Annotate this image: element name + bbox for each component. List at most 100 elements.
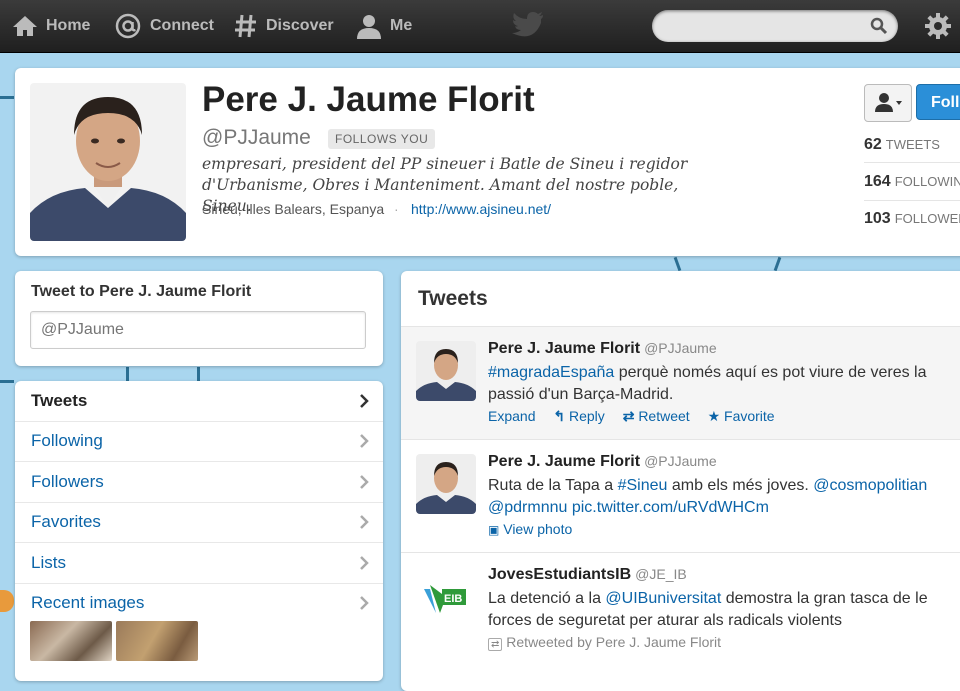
stat-count: 62 <box>864 136 882 153</box>
tweet-avatar[interactable]: EIB <box>416 567 476 627</box>
retweeted-by-label: Retweeted by Pere J. Jaume Florit <box>506 634 722 650</box>
mention-link[interactable]: @cosmopolitian <box>813 477 927 494</box>
author-name: Pere J. Jaume Florit <box>488 453 641 470</box>
user-dropdown-icon <box>875 93 902 112</box>
recent-image-thumbnail[interactable] <box>30 621 112 661</box>
photo-icon: ▣ <box>488 523 500 537</box>
nav-connect[interactable]: Connect <box>114 0 214 52</box>
timeline-header: Tweets <box>401 271 960 327</box>
tweet-avatar[interactable] <box>416 454 476 514</box>
author-name: Pere J. Jaume Florit <box>488 340 641 357</box>
sidebar-item-label: Following <box>31 431 103 450</box>
retweet-button[interactable]: ⇄ Retweet <box>623 408 690 424</box>
bio-line: empresari, president del PP sineuer i Ba… <box>202 155 688 173</box>
retweet-icon: ⇄ <box>622 408 635 424</box>
sidebar-item-tweets[interactable]: Tweets <box>15 381 383 422</box>
sidebar-item-following[interactable]: Following <box>15 421 383 462</box>
stat-divider <box>864 200 960 201</box>
stat-label: FOLLOWING <box>894 174 960 189</box>
tweet-text-segment: forces de seguretat per aturar als radic… <box>488 612 842 629</box>
profile-avatar[interactable] <box>30 83 186 241</box>
tweet-text-segment: amb els més joves. <box>667 477 814 494</box>
tweet-author[interactable]: Pere J. Jaume Florit @PJJaume <box>488 453 717 471</box>
sidebar-item-followers[interactable]: Followers <box>15 462 383 503</box>
tweet-text-segment: Ruta de la Tapa a <box>488 477 618 494</box>
background-decoration <box>126 367 129 381</box>
retweet-label: Retweet <box>638 408 690 424</box>
nav-me-label: Me <box>390 17 413 34</box>
chevron-right-icon <box>360 394 369 408</box>
tweet-item[interactable]: EIB JovesEstudiantsIB @JE_IB La detenció … <box>401 553 960 691</box>
user-icon <box>357 15 381 39</box>
chevron-right-icon <box>360 475 369 489</box>
sidebar-item-lists[interactable]: Lists <box>15 543 383 584</box>
mention-link[interactable]: @UIBuniversitat <box>605 590 721 607</box>
favorite-button[interactable]: ★ Favorite <box>708 408 775 424</box>
sidebar-item-label: Lists <box>31 553 66 572</box>
sidebar-item-recent-images[interactable]: Recent images <box>15 583 383 623</box>
stat-count: 103 <box>864 210 891 227</box>
author-handle: @JE_IB <box>635 566 687 582</box>
tweet-avatar[interactable] <box>416 341 476 401</box>
background-decoration <box>673 256 682 272</box>
hashtag-link[interactable]: #magradaEspaña <box>488 364 614 381</box>
retweeted-by[interactable]: ⇄ Retweeted by Pere J. Jaume Florit <box>488 634 722 651</box>
location-text: Sineu, Illes Balears, Espanya <box>202 201 385 217</box>
tweet-author[interactable]: Pere J. Jaume Florit @PJJaume <box>488 340 717 358</box>
retweet-icon: ⇄ <box>488 638 503 651</box>
user-actions-button[interactable] <box>864 84 912 122</box>
reply-icon: ↰ <box>553 408 566 424</box>
hash-icon <box>235 14 256 38</box>
tweet-to-input[interactable] <box>30 311 366 349</box>
search-input[interactable] <box>652 10 898 42</box>
profile-location: Sineu, Illes Balears, Espanya · <box>202 201 399 217</box>
stat-divider <box>864 162 960 163</box>
background-decoration <box>0 380 14 383</box>
sidebar-item-favorites[interactable]: Favorites <box>15 502 383 543</box>
search-icon[interactable] <box>870 17 888 35</box>
nav-discover[interactable]: Discover <box>234 0 334 52</box>
recent-image-thumbnail[interactable] <box>116 621 198 661</box>
stat-tweets[interactable]: 62 TWEETS <box>864 136 940 154</box>
reply-label: Reply <box>569 408 605 424</box>
follow-button[interactable]: Follow <box>916 84 960 120</box>
tweet-author[interactable]: JovesEstudiantsIB @JE_IB <box>488 566 687 584</box>
twitter-bird-icon[interactable] <box>512 12 544 38</box>
chevron-right-icon <box>360 556 369 570</box>
nav-discover-label: Discover <box>266 17 334 34</box>
tweet-item[interactable]: Pere J. Jaume Florit @PJJaume #magradaEsp… <box>401 327 960 440</box>
tweet-text: La detenció a la @UIBuniversitat demostr… <box>488 588 960 632</box>
chevron-right-icon <box>360 515 369 529</box>
profile-url-link[interactable]: http://www.ajsineu.net/ <box>411 201 551 217</box>
tweet-item[interactable]: Pere J. Jaume Florit @PJJaume Ruta de la … <box>401 440 960 553</box>
background-decoration <box>0 590 14 612</box>
hashtag-link[interactable]: #Sineu <box>618 477 668 494</box>
background-decoration <box>0 96 14 99</box>
tweet-text: Ruta de la Tapa a #Sineu amb els més jov… <box>488 475 960 519</box>
sidebar-item-label: Followers <box>31 472 104 491</box>
nav-me[interactable]: Me <box>356 0 412 52</box>
sidebar-item-label: Tweets <box>31 391 88 410</box>
stat-following[interactable]: 164FOLLOWING <box>864 173 960 191</box>
top-navigation-bar: Home Connect Discover Me <box>0 0 960 53</box>
reply-button[interactable]: ↰ Reply <box>553 408 604 424</box>
star-icon: ★ <box>707 408 721 424</box>
nav-home[interactable]: Home <box>12 0 90 52</box>
gear-icon[interactable] <box>924 12 952 40</box>
tweet-text-segment: La detenció a la <box>488 590 606 607</box>
location-separator: · <box>394 201 399 217</box>
chevron-right-icon <box>360 434 369 448</box>
tweet-to-title: Tweet to Pere J. Jaume Florit <box>31 283 252 300</box>
mention-link[interactable]: @pdrmnnu <box>488 499 567 516</box>
nav-connect-label: Connect <box>150 17 214 34</box>
tweet-text-segment: passió d'un Barça-Madrid. <box>488 386 674 403</box>
sidebar-item-label: Recent images <box>31 593 145 612</box>
expand-link[interactable]: Expand <box>488 408 535 424</box>
stat-followers[interactable]: 103FOLLOWERS <box>864 210 960 228</box>
tweet-actions: Expand ↰ Reply ⇄ Retweet ★ Favorite <box>488 408 789 425</box>
view-photo-link[interactable]: ▣ View photo <box>488 521 572 537</box>
chevron-right-icon <box>360 596 369 610</box>
pic-link[interactable]: pic.twitter.com/uRVdWHCm <box>572 499 769 516</box>
at-icon <box>115 13 141 39</box>
tweets-timeline: Tweets Pere J. Jaume Florit @PJJaume #mag… <box>401 271 960 691</box>
